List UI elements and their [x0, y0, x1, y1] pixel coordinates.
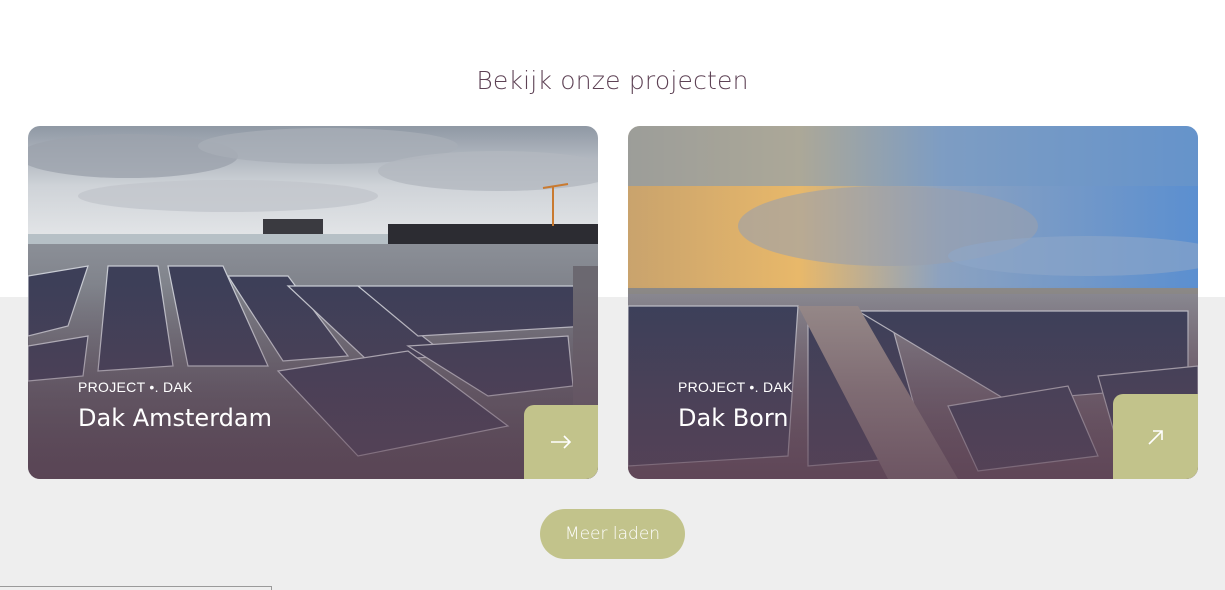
arrow-right-icon [551, 435, 572, 449]
project-link-button[interactable] [1113, 394, 1198, 479]
load-more-button[interactable]: Meer laden [540, 509, 685, 559]
section-title: Bekijk onze projecten [476, 66, 749, 95]
project-card-dak-amsterdam[interactable]: PROJECT •. DAK Dak Amsterdam [28, 126, 598, 479]
arrow-up-right-icon [1147, 429, 1163, 445]
bottom-left-divider [0, 586, 272, 590]
project-title: Dak Born [678, 404, 789, 432]
project-card-dak-born[interactable]: PROJECT •. DAK Dak Born [628, 126, 1198, 479]
project-title: Dak Amsterdam [78, 404, 272, 432]
project-category: PROJECT •. DAK [78, 379, 193, 395]
project-category: PROJECT •. DAK [678, 379, 793, 395]
project-link-button[interactable] [524, 405, 598, 479]
